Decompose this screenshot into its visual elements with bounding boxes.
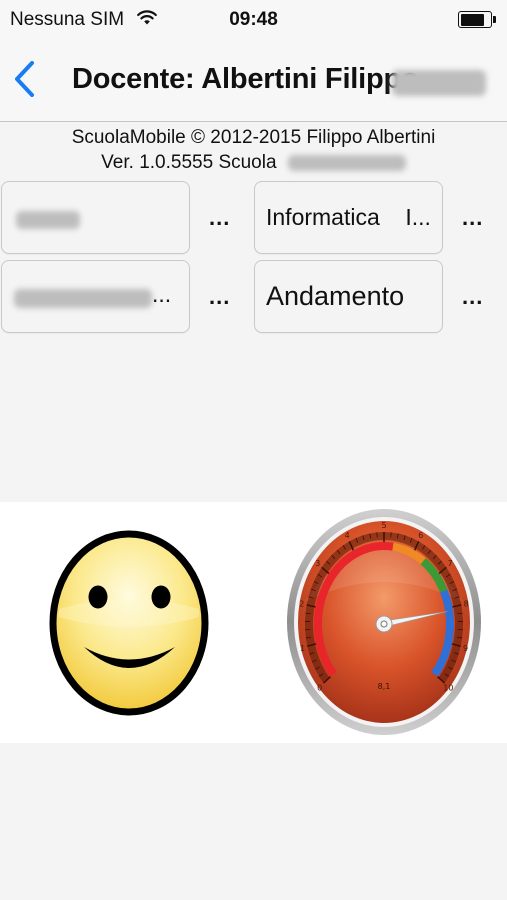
smiley-icon xyxy=(49,530,209,716)
page-title: Docente: Albertini Filippo xyxy=(72,63,419,95)
class-name-redacted xyxy=(16,211,80,229)
school-name-redacted xyxy=(287,154,406,171)
navigation-bar: Docente: Albertini Filippo xyxy=(0,40,507,122)
gauge-tick-label: 7 xyxy=(448,559,453,568)
version-text: Ver. 1.0.5555 Scuola xyxy=(101,152,277,173)
view-selector[interactable]: Andamento xyxy=(254,260,443,333)
clock: 09:48 xyxy=(229,9,278,30)
gauge-tick-label: 4 xyxy=(345,531,350,540)
gauge-tick-label: 5 xyxy=(381,521,386,530)
gauge-tick-label: 0 xyxy=(317,684,322,693)
teacher-code-redacted xyxy=(392,70,486,96)
gauge-tick-label: 9 xyxy=(463,644,468,653)
gauge-hub-center xyxy=(380,620,388,628)
student-more-button[interactable]: ... xyxy=(209,284,230,310)
gauge-tick-label: 3 xyxy=(315,559,320,568)
class-more-button[interactable]: ... xyxy=(209,205,230,231)
subject-more-button[interactable]: ... xyxy=(462,205,483,231)
performance-gauge: 0 1 2 3 4 5 6 7 8 9 10 8,1 xyxy=(287,509,481,735)
gauge-tick-label: 1 xyxy=(300,644,305,653)
gauge-tick-label: 10 xyxy=(443,684,453,693)
student-name-redacted xyxy=(14,289,152,308)
view-more-button[interactable]: ... xyxy=(462,284,483,310)
view-selector-value: Andamento xyxy=(266,281,405,311)
subject-selector[interactable]: Informatica I... xyxy=(254,181,443,254)
subject-selector-value: Informatica I... xyxy=(266,204,431,230)
class-selector[interactable] xyxy=(1,181,190,254)
result-panel: 0 1 2 3 4 5 6 7 8 9 10 8,1 xyxy=(0,502,507,743)
gauge-tick-label: 6 xyxy=(418,531,423,540)
back-button[interactable] xyxy=(8,58,44,102)
gauge-tick-label: 2 xyxy=(299,599,304,608)
student-ellipsis: ... xyxy=(152,281,172,307)
chevron-left-icon xyxy=(15,61,34,97)
copyright-text: ScuolaMobile © 2012-2015 Filippo Alberti… xyxy=(71,127,436,148)
battery-icon xyxy=(458,11,496,28)
gauge-tick-label: 8 xyxy=(464,599,469,608)
gauge-value-label: 8,1 xyxy=(378,682,391,691)
status-bar: Nessuna SIM 09:48 xyxy=(0,0,507,40)
student-selector[interactable]: ... xyxy=(1,260,190,333)
app-info: ScuolaMobile © 2012-2015 Filippo Alberti… xyxy=(0,125,507,175)
